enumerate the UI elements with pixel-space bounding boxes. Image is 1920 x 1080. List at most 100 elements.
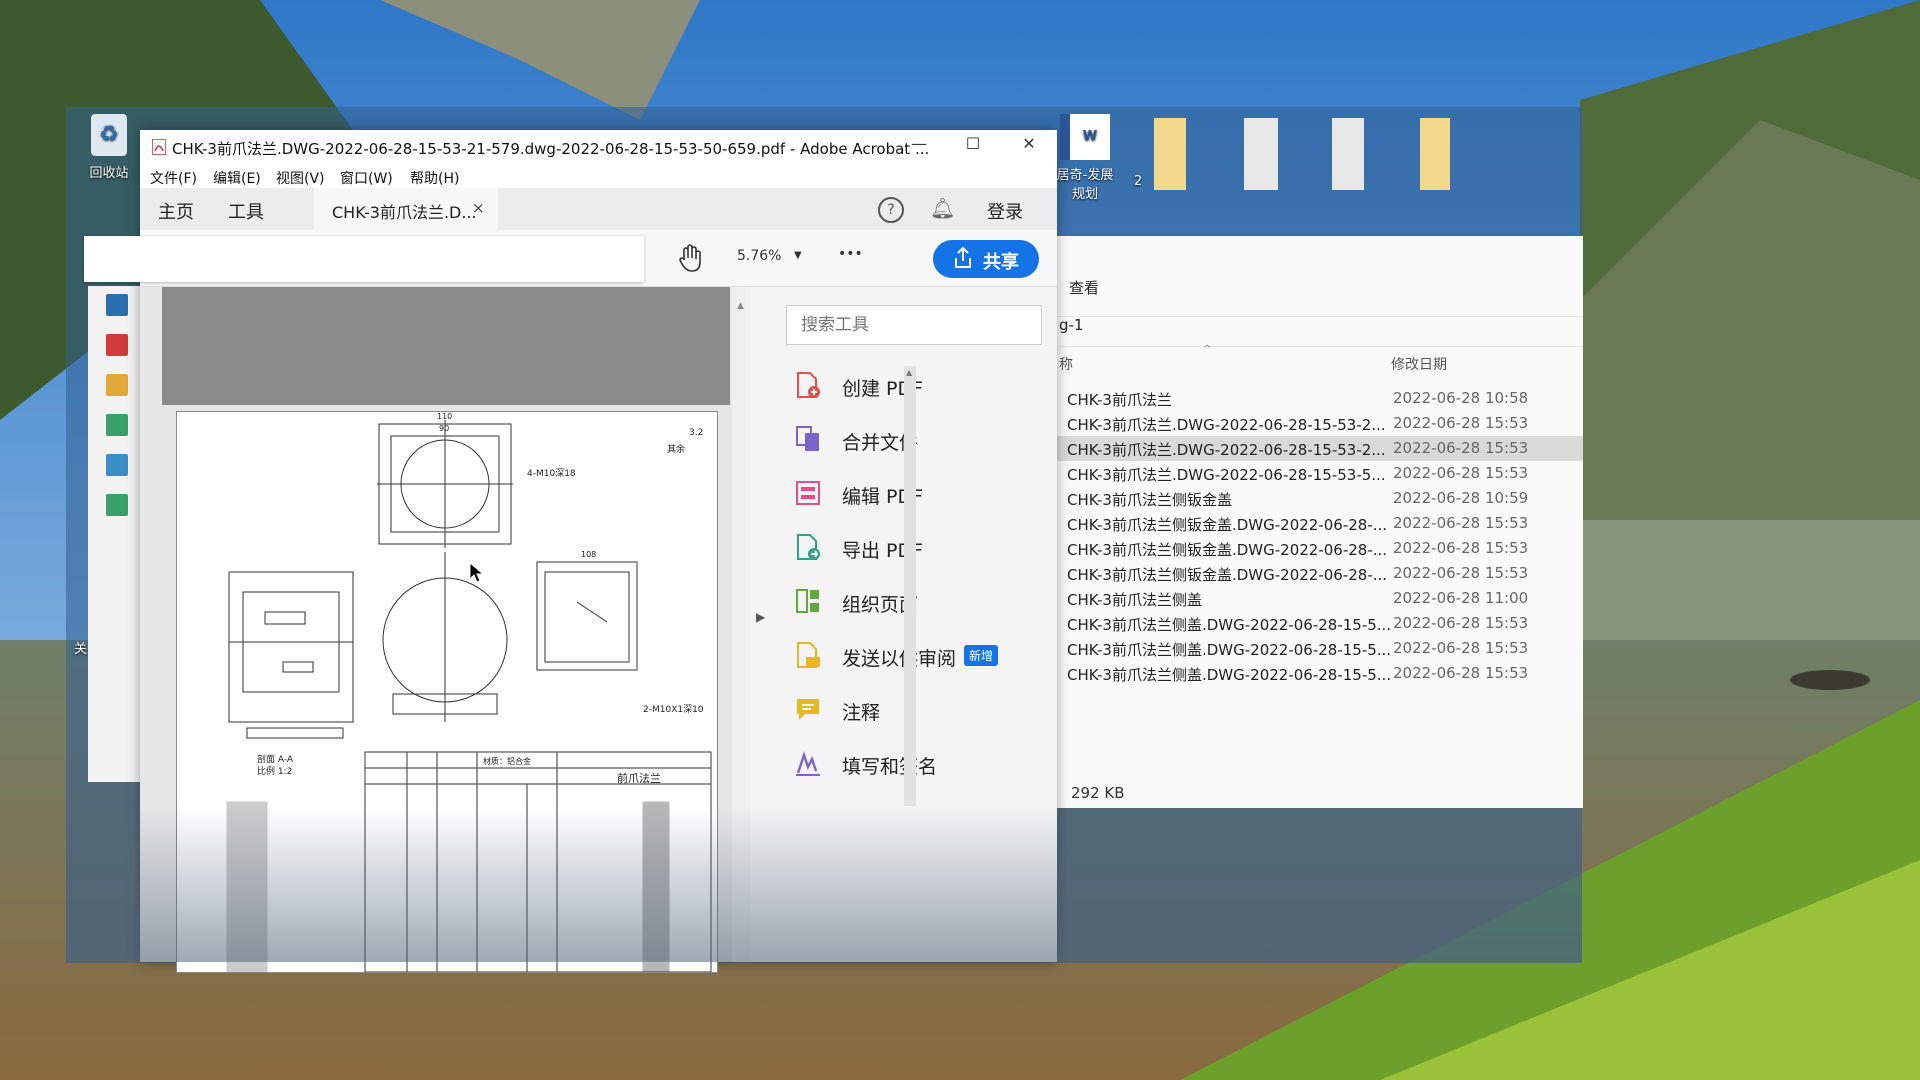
tools-scrollbar[interactable]: ▲ — [904, 366, 916, 806]
file-row[interactable]: CHK-3前爪法兰侧盖.DWG-2022-06-28-15-5... 2022-0… — [1057, 611, 1583, 636]
selection-size: 292 KB — [1071, 784, 1125, 802]
fill-and-sign-icon — [796, 751, 820, 776]
export-pdf-icon — [797, 534, 820, 560]
file-icon[interactable] — [1332, 118, 1364, 190]
help-glyph: ? — [887, 202, 895, 218]
explorer-path[interactable]: g-1 — [1059, 316, 1083, 334]
new-badge: 新增 — [964, 645, 999, 666]
tools-search-input[interactable] — [786, 305, 1042, 345]
image-file-icon[interactable] — [106, 374, 128, 396]
file-name: CHK-3前爪法兰.DWG-2022-06-28-15-53-5... — [1067, 466, 1386, 484]
create-pdf-icon — [797, 372, 820, 398]
pdf-file-icon[interactable] — [106, 494, 128, 516]
help-icon[interactable]: ? — [878, 197, 904, 223]
menu-edit[interactable]: 编辑(E) — [213, 168, 261, 188]
file-date: 2022-06-28 15:53 — [1393, 664, 1529, 682]
file-date: 2022-06-28 15:53 — [1393, 564, 1529, 582]
file-name: CHK-3前爪法兰侧盖.DWG-2022-06-28-15-5... — [1067, 666, 1392, 684]
tool-label: 注释 — [842, 702, 881, 724]
title-block-name: 前爪法兰 — [617, 772, 661, 785]
tab-tools[interactable]: 工具 — [228, 198, 264, 224]
tab-bar: 主页 工具 CHK-3前爪法兰.D... × ? 🔔︎ 登录 — [140, 188, 1057, 231]
recycle-bin-icon[interactable]: ♻ 回收站 — [84, 114, 134, 181]
menu-file[interactable]: 文件(F) — [150, 168, 197, 188]
file-icon[interactable] — [1244, 118, 1278, 190]
zoom-dropdown-icon[interactable]: ▼ — [794, 250, 802, 261]
file-row[interactable]: CHK-3前爪法兰侧钣金盖.DWG-2022-06-28-... 2022-06-… — [1057, 511, 1583, 536]
file-name: CHK-3前爪法兰侧钣金盖.DWG-2022-06-28-... — [1067, 541, 1388, 559]
organize-pages-icon — [796, 589, 819, 613]
file-icon[interactable] — [1420, 118, 1450, 190]
file-date: 2022-06-28 15:53 — [1393, 539, 1529, 557]
address-divider — [1041, 316, 1583, 317]
pdf-file-icon[interactable] — [106, 454, 128, 476]
tool-label: 填写和签名 — [842, 756, 938, 778]
drawing-roughness: 3.2 — [689, 428, 704, 438]
file-name: CHK-3前爪法兰侧钣金盖.DWG-2022-06-28-... — [1067, 516, 1388, 534]
file-date: 2022-06-28 10:59 — [1393, 489, 1529, 507]
file-name: CHK-3前爪法兰侧钣金盖.DWG-2022-06-28-... — [1067, 566, 1388, 584]
file-row[interactable]: CHK-3前爪法兰侧钣金盖 2022-06-28 10:59 — [1057, 486, 1583, 511]
file-date: 2022-06-28 15:53 — [1393, 614, 1529, 632]
share-button[interactable]: 共享 — [933, 240, 1039, 278]
file-date: 2022-06-28 10:58 — [1393, 389, 1529, 407]
file-name: CHK-3前爪法兰侧盖.DWG-2022-06-28-15-5... — [1067, 641, 1392, 659]
notification-bell-icon[interactable]: 🔔︎ — [930, 196, 955, 220]
file-name: CHK-3前爪法兰侧钣金盖 — [1067, 491, 1232, 509]
explorer-tab-view[interactable]: 查看 — [1069, 277, 1099, 298]
file-name: CHK-3前爪法兰 — [1067, 391, 1172, 409]
tab-home[interactable]: 主页 — [158, 198, 194, 224]
column-date-header[interactable]: 修改日期 — [1391, 354, 1447, 374]
file-row[interactable]: CHK-3前爪法兰侧盖.DWG-2022-06-28-15-5... 2022-0… — [1057, 636, 1583, 661]
share-icon — [955, 246, 971, 268]
file-date: 2022-06-28 11:00 — [1393, 589, 1529, 607]
more-options-icon[interactable]: ••• — [838, 246, 863, 262]
autocad-file-icon[interactable] — [106, 294, 128, 316]
edit-pdf-icon — [796, 481, 820, 505]
pdf-file-icon[interactable] — [106, 334, 128, 356]
right-collapse-arrow-icon[interactable]: ▶ — [756, 610, 765, 624]
maximize-button[interactable]: ☐ — [950, 134, 996, 160]
comment-icon — [797, 699, 819, 720]
minimize-button[interactable]: — — [896, 134, 942, 160]
close-tab-icon[interactable]: × — [472, 199, 485, 217]
desktop-fragment-qian: 关 — [74, 642, 88, 657]
drawing-dim-top: 110 — [437, 412, 453, 421]
previous-page — [162, 287, 730, 405]
login-button[interactable]: 登录 — [987, 198, 1023, 224]
zoom-level[interactable]: 5.76% — [737, 248, 781, 264]
file-row[interactable]: CHK-3前爪法兰侧钣金盖.DWG-2022-06-28-... 2022-06-… — [1057, 536, 1583, 561]
close-button[interactable]: ✕ — [1006, 134, 1052, 160]
file-row[interactable]: CHK-3前爪法兰侧盖.DWG-2022-06-28-15-5... 2022-0… — [1057, 661, 1583, 686]
menu-bar: 文件(F) 编辑(E) 视图(V) 窗口(W) 帮助(H) — [140, 164, 1057, 188]
file-row[interactable]: CHK-3前爪法兰 2022-06-28 10:58 — [1057, 386, 1583, 411]
drawing-label-4m10: 4-M10深18 — [527, 469, 576, 479]
file-name: CHK-3前爪法兰.DWG-2022-06-28-15-53-2... — [1067, 441, 1386, 459]
file-row[interactable]: CHK-3前爪法兰侧钣金盖.DWG-2022-06-28-... 2022-06-… — [1057, 561, 1583, 586]
file-name: CHK-3前爪法兰.DWG-2022-06-28-15-53-2... — [1067, 416, 1386, 434]
document-tab-label: CHK-3前爪法兰.D... — [332, 203, 477, 222]
file-icon[interactable] — [1154, 118, 1186, 190]
header-divider — [1041, 346, 1583, 347]
file-name: CHK-3前爪法兰侧盖 — [1067, 591, 1202, 609]
tab-document[interactable]: CHK-3前爪法兰.D... × — [314, 188, 498, 230]
window-title: CHK-3前爪法兰.DWG-2022-06-28-15-53-21-579.dw… — [172, 140, 930, 158]
title-bar[interactable]: CHK-3前爪法兰.DWG-2022-06-28-15-53-21-579.dw… — [140, 130, 1057, 164]
pdf-file-icon[interactable] — [106, 414, 128, 436]
file-date: 2022-06-28 15:53 — [1393, 514, 1529, 532]
bottom-blur-overlay — [66, 806, 1582, 962]
menu-window[interactable]: 窗口(W) — [340, 168, 393, 188]
file-date: 2022-06-28 15:53 — [1393, 439, 1529, 457]
file-row-selected[interactable]: CHK-3前爪法兰.DWG-2022-06-28-15-53-2... 2022-… — [1057, 436, 1583, 461]
file-row[interactable]: CHK-3前爪法兰.DWG-2022-06-28-15-53-5... 2022-… — [1057, 461, 1583, 486]
menu-view[interactable]: 视图(V) — [276, 168, 325, 188]
tool-label: 发送以供审阅 — [842, 648, 957, 670]
word-doc-icon[interactable]: W 居奇-发展 规划 — [1050, 114, 1120, 202]
file-row[interactable]: CHK-3前爪法兰.DWG-2022-06-28-15-53-2... 2022-… — [1057, 411, 1583, 436]
file-date: 2022-06-28 15:53 — [1393, 464, 1529, 482]
word-doc-label-1: 居奇-发展 — [1056, 168, 1114, 183]
column-name-header[interactable]: 称 — [1059, 354, 1073, 374]
menu-help[interactable]: 帮助(H) — [410, 168, 459, 188]
hand-tool-icon[interactable] — [678, 244, 704, 272]
file-row[interactable]: CHK-3前爪法兰侧盖 2022-06-28 11:00 — [1057, 586, 1583, 611]
